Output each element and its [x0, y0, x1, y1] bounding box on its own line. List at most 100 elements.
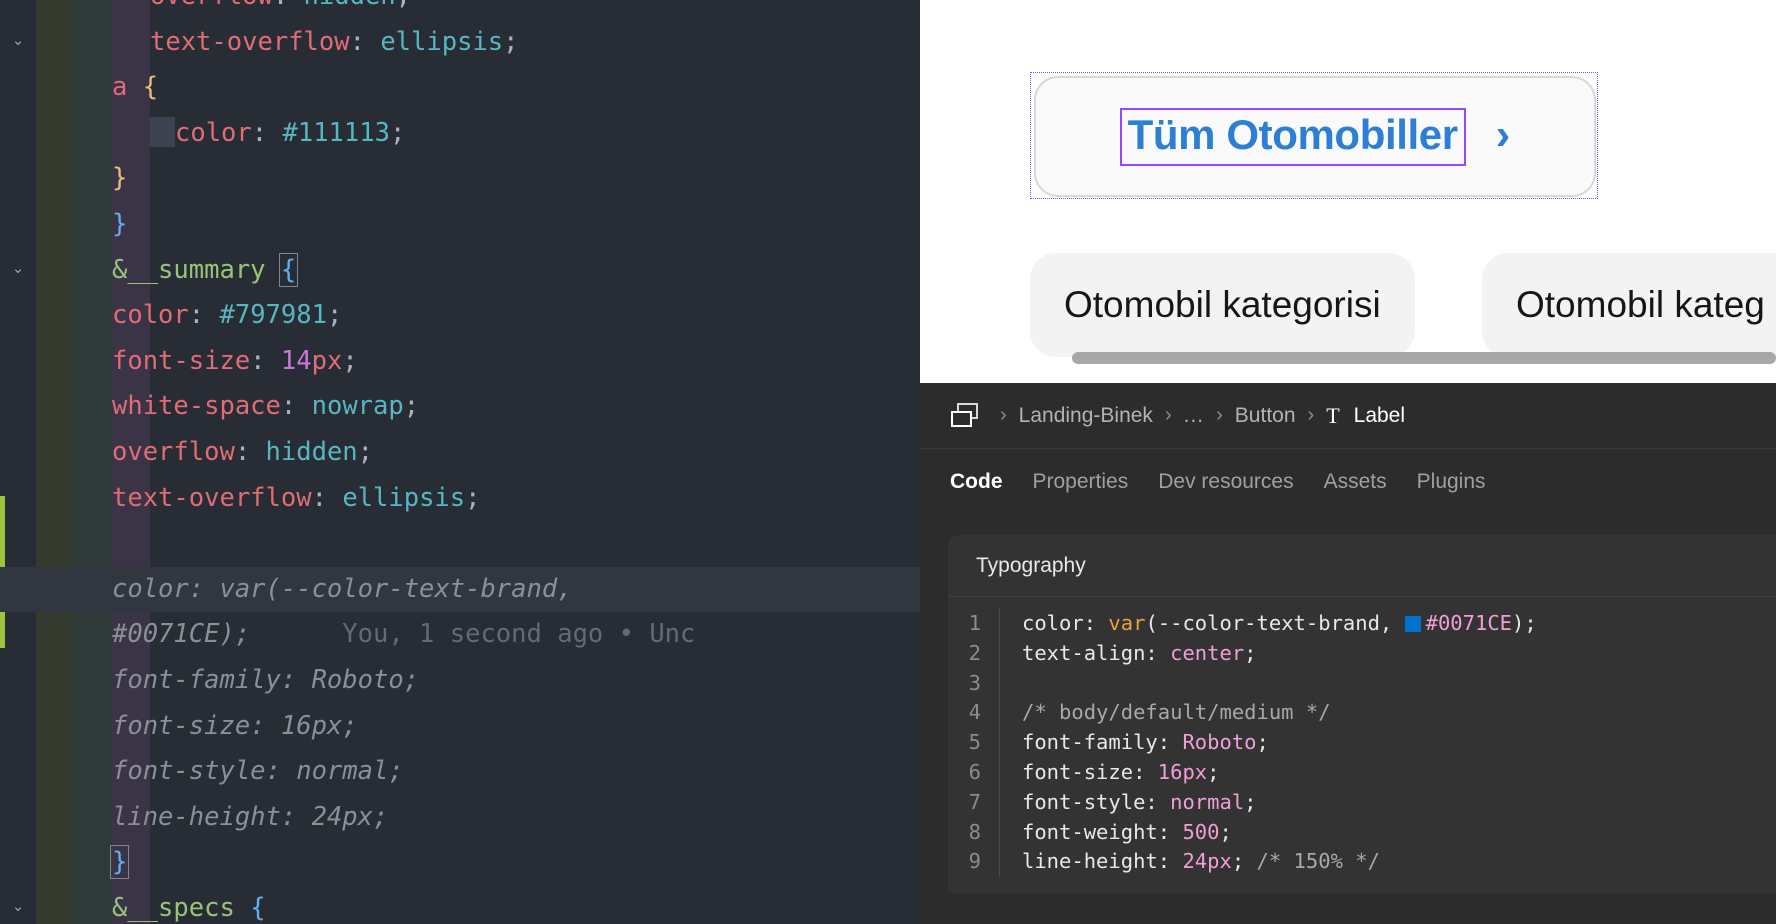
- code-line[interactable]: overflow: hidden;: [0, 0, 920, 20]
- code-token: hidden: [265, 437, 358, 467]
- breadcrumb-item-button[interactable]: Button: [1235, 404, 1296, 428]
- code-token: ;: [326, 300, 343, 331]
- code-line-number: 3: [948, 668, 1000, 699]
- code-token: hidden: [304, 0, 396, 11]
- code-line[interactable]: a {: [0, 65, 920, 111]
- code-row-text: line-height: 24px; /* 150% */: [1022, 847, 1380, 877]
- code-line[interactable]: color: #111113;: [0, 111, 920, 157]
- code-token: [150, 116, 175, 147]
- code-token: {: [250, 893, 266, 923]
- code-line[interactable]: [0, 521, 920, 567]
- category-chip-1[interactable]: Otomobil kategorisi: [1030, 253, 1415, 357]
- code-row[interactable]: 6 font-size: 16px;: [948, 757, 1776, 788]
- breadcrumb-item-page[interactable]: Landing-Binek: [1019, 404, 1153, 428]
- code-line[interactable]: color: #797981;: [0, 293, 920, 339]
- tab-assets[interactable]: Assets: [1324, 470, 1387, 494]
- code-line-number: 8: [948, 817, 1000, 848]
- code-token: color: [175, 117, 252, 148]
- breadcrumb-separator-4: ›: [1307, 404, 1315, 426]
- code-token: text-align:: [1022, 640, 1171, 665]
- figma-canvas[interactable]: Tüm Otomobiller › Otomobil kategorisi Ot…: [920, 0, 1776, 383]
- all-cars-button[interactable]: Tüm Otomobiller ›: [1034, 76, 1596, 197]
- code-line[interactable]: font-family: Roboto;: [0, 658, 920, 704]
- code-line[interactable]: font-size: 16px;: [0, 704, 920, 750]
- code-token: normal: [1170, 789, 1245, 814]
- code-row[interactable]: 1 color: var(--color-text-brand, #0071CE)…: [948, 609, 1776, 639]
- code-line[interactable]: text-overflow: ellipsis;: [0, 476, 920, 522]
- code-row-text: [1022, 669, 1034, 699]
- tab-plugins[interactable]: Plugins: [1417, 470, 1486, 494]
- code-line-number: 7: [948, 787, 1000, 818]
- code-token: white-space: [112, 391, 281, 422]
- chevron-down-icon[interactable]: ⌄: [9, 898, 27, 916]
- code-token: nowrap: [311, 391, 404, 422]
- code-token: #797981: [219, 300, 327, 331]
- code-line[interactable]: }: [0, 202, 920, 248]
- code-line[interactable]: }: [0, 156, 920, 202]
- chevron-right-icon: ›: [1495, 109, 1511, 159]
- code-token: ;: [403, 391, 420, 422]
- tab-properties[interactable]: Properties: [1033, 470, 1129, 494]
- color-swatch-icon: [1404, 616, 1421, 632]
- code-row[interactable]: 7 font-style: normal;: [948, 787, 1776, 818]
- breadcrumb-separator-1: ›: [1000, 404, 1007, 426]
- code-row[interactable]: 5 font-family: Roboto;: [948, 728, 1776, 758]
- category-chip-2[interactable]: Otomobil kateg: [1482, 253, 1776, 357]
- code-token: color:: [1022, 611, 1109, 635]
- button-selection-outline[interactable]: Tüm Otomobiller ›: [1030, 72, 1598, 199]
- canvas-horizontal-scrollbar[interactable]: [1072, 352, 1776, 364]
- code-row[interactable]: 3: [948, 668, 1776, 699]
- code-line-number: 1: [948, 609, 1000, 639]
- code-lines-container[interactable]: overflow: hidden;text-overflow: ellipsis…: [0, 0, 920, 924]
- code-token: px: [311, 345, 343, 376]
- code-token: ;: [396, 0, 411, 11]
- code-row-text: color: var(--color-text-brand, #0071CE);: [1022, 609, 1537, 639]
- code-editor[interactable]: overflow: hidden;text-overflow: ellipsis…: [0, 0, 920, 924]
- code-token: text-overflow: [112, 482, 312, 513]
- code-row[interactable]: 8 font-weight: 500;: [948, 817, 1776, 848]
- code-token: &__summary: [112, 254, 266, 285]
- typography-card-title: Typography: [948, 535, 1776, 597]
- chevron-down-icon[interactable]: ⌄: [9, 32, 27, 50]
- breadcrumb-separator-3: ›: [1216, 404, 1223, 426]
- tab-code[interactable]: Code: [950, 470, 1003, 494]
- code-line[interactable]: &__specs {: [0, 886, 920, 924]
- code-line-number: 5: [948, 728, 1000, 758]
- chevron-down-icon[interactable]: ⌄: [9, 260, 27, 278]
- figma-pane: Tüm Otomobiller › Otomobil kategorisi Ot…: [920, 0, 1776, 924]
- code-token: text-overflow: [150, 26, 350, 57]
- breadcrumb[interactable]: › Landing-Binek › ... › Button › T Label: [920, 383, 1776, 449]
- code-token: color: var(--color-text-brand,: [112, 573, 573, 604]
- breadcrumb-item-label[interactable]: Label: [1354, 404, 1405, 428]
- code-token: ;: [389, 117, 406, 148]
- code-line[interactable]: text-overflow: ellipsis;: [0, 20, 920, 66]
- panel-tabs[interactable]: Code Properties Dev resources Assets Plugins: [920, 449, 1776, 514]
- all-cars-button-label[interactable]: Tüm Otomobiller: [1119, 107, 1466, 166]
- code-line[interactable]: white-space: nowrap;: [0, 384, 920, 430]
- typography-code-block[interactable]: 1 color: var(--color-text-brand, #0071CE)…: [948, 597, 1776, 894]
- category-chip-2-label: Otomobil kateg: [1516, 284, 1765, 325]
- code-token: font-size: 16px;: [112, 710, 358, 741]
- breadcrumb-item-ellipsis[interactable]: ...: [1184, 404, 1205, 428]
- code-line[interactable]: font-style: normal;: [0, 749, 920, 795]
- code-token: }: [109, 845, 130, 880]
- code-token: 14: [280, 345, 312, 376]
- component-frame-icon: [950, 402, 980, 429]
- code-line[interactable]: }: [0, 840, 920, 886]
- code-line[interactable]: #0071CE); You, 1 second ago • Unc: [0, 612, 920, 658]
- code-row[interactable]: 2 text-align: center;: [948, 638, 1776, 669]
- code-line[interactable]: overflow: hidden;: [0, 430, 920, 476]
- code-line[interactable]: font-size: 14px;: [0, 339, 920, 385]
- code-token: overflow: [150, 0, 273, 11]
- code-token: :: [234, 437, 266, 467]
- tab-dev-resources[interactable]: Dev resources: [1158, 470, 1293, 494]
- code-token: :: [280, 391, 312, 422]
- code-token: font-weight:: [1022, 819, 1183, 844]
- code-line[interactable]: &__summary {: [0, 248, 920, 294]
- code-line-number: 2: [948, 638, 1000, 669]
- code-line[interactable]: color: var(--color-text-brand,: [0, 566, 920, 613]
- code-row[interactable]: 9 line-height: 24px; /* 150% */: [948, 847, 1776, 878]
- code-line[interactable]: line-height: 24px;: [0, 795, 920, 841]
- code-token: :: [349, 26, 381, 57]
- code-row[interactable]: 4 /* body/default/medium */: [948, 698, 1776, 729]
